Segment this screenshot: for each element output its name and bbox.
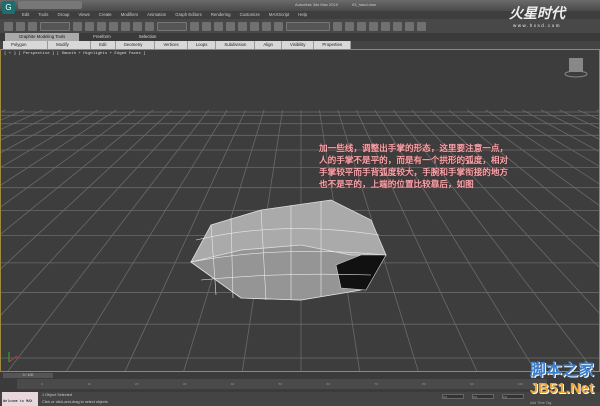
- quick-access-toolbar[interactable]: [18, 1, 82, 9]
- link-icon[interactable]: [4, 21, 13, 31]
- viewcube-icon: [564, 58, 588, 78]
- window-crossing-icon[interactable]: [109, 21, 118, 31]
- grid-line: [1, 109, 80, 153]
- unlink-icon[interactable]: [16, 21, 25, 31]
- spinner-snap-icon[interactable]: [262, 21, 271, 31]
- file-name: 03_hand.max: [352, 2, 377, 7]
- bind-icon[interactable]: [28, 21, 37, 31]
- jb51-watermark: 脚本之家 JB51.Net: [529, 362, 594, 397]
- schematic-view-icon[interactable]: [381, 21, 390, 31]
- time-slider[interactable]: 0 / 100: [3, 373, 53, 378]
- prompt-line: Click or click-and-drag to select object…: [42, 400, 108, 404]
- rotate-icon[interactable]: [133, 21, 142, 31]
- menu-create[interactable]: Create: [99, 11, 112, 19]
- grid-line: [1, 109, 99, 168]
- grid-line: [1, 109, 25, 121]
- panel-properties[interactable]: Properties: [314, 41, 351, 49]
- tab-selection[interactable]: Selection: [125, 33, 171, 41]
- menu-help[interactable]: Help: [298, 11, 307, 19]
- edit-named-selection-icon[interactable]: [274, 21, 283, 31]
- maxscript-listener[interactable]: Welcome to MAX: [2, 392, 38, 406]
- grid-line: [596, 109, 599, 112]
- tab-graphite-modeling-tools[interactable]: Graphite Modeling Tools: [5, 33, 80, 41]
- ribbon-panels: Polygon Modeling Modify Selection Edit G…: [3, 41, 351, 55]
- select-icon[interactable]: [73, 21, 82, 31]
- viewport-grid: [1, 58, 599, 371]
- selection-status: 1 Object Selected: [42, 393, 72, 397]
- menu-maxscript[interactable]: MAXScript: [269, 11, 289, 19]
- annotation-text: 加一些线，调整出手掌的形态，这里要注意一点， 人的手掌不是平的，而是有一个拱形的弧…: [319, 144, 509, 190]
- panel-vertices[interactable]: Vertices: [155, 41, 188, 49]
- window-title: Autodesk 3ds Max 2010: [295, 2, 338, 7]
- panel-modify-selection[interactable]: Modify Selection: [48, 41, 92, 55]
- panel-loops[interactable]: Loops: [188, 41, 217, 49]
- menu-group[interactable]: Group: [57, 11, 69, 19]
- layer-manager-icon[interactable]: [357, 21, 366, 31]
- rect-select-icon[interactable]: [97, 21, 106, 31]
- z-coord-field[interactable]: 0.0: [502, 394, 524, 399]
- menu-views[interactable]: Views: [78, 11, 89, 19]
- grid-line: [577, 109, 599, 120]
- y-coord-field[interactable]: 0.0: [472, 394, 494, 399]
- add-time-tag[interactable]: Add Time Tag: [530, 401, 551, 405]
- curve-editor-icon[interactable]: [369, 21, 378, 31]
- ribbon-tabs: Graphite Modeling Tools Freeform Selecti…: [0, 33, 600, 41]
- grid-line: [522, 109, 599, 152]
- grid-line: [559, 109, 599, 129]
- panel-align[interactable]: Align: [255, 41, 282, 49]
- panel-edit[interactable]: Edit: [91, 41, 116, 49]
- panel-visibility[interactable]: Visibility: [282, 41, 315, 49]
- viewport-label[interactable]: [ + ] [ Perspective ] [ Smooth + Highlig…: [4, 52, 146, 56]
- grid-line: [503, 109, 599, 167]
- grid-line: [1, 109, 136, 208]
- track-bar[interactable]: 0 10 20 30 40 50 60 70 80 90 100: [17, 379, 547, 389]
- panel-geometry[interactable]: Geometry (All): [116, 41, 156, 55]
- app-logo-icon[interactable]: G: [2, 1, 15, 14]
- align-icon[interactable]: [345, 21, 354, 31]
- mirror-icon[interactable]: [333, 21, 342, 31]
- scale-icon[interactable]: [145, 21, 154, 31]
- angle-snap-icon[interactable]: [238, 21, 247, 31]
- pivot-icon[interactable]: [190, 21, 199, 31]
- named-selection-dropdown[interactable]: [286, 21, 330, 31]
- x-coord-field[interactable]: 0.0: [442, 394, 464, 399]
- menu-graph-editors[interactable]: Graph Editors: [175, 11, 202, 19]
- keyboard-shortcut-icon[interactable]: [214, 21, 223, 31]
- render-setup-icon[interactable]: [405, 21, 414, 31]
- perspective-viewport[interactable]: [ + ] [ Perspective ] [ Smooth + Highlig…: [0, 49, 600, 372]
- manipulate-icon[interactable]: [202, 21, 211, 31]
- menu-animation[interactable]: Animation: [147, 11, 166, 19]
- grid-line: [1, 109, 191, 316]
- status-bar: Welcome to MAX 1 Object Selected Click o…: [0, 392, 600, 406]
- panel-polygon-modeling[interactable]: Polygon Modeling: [3, 41, 49, 55]
- percent-snap-icon[interactable]: [250, 21, 259, 31]
- hxsd-logo: 火星时代 www.hxsd.com: [509, 5, 565, 28]
- grid-line: [1, 109, 154, 235]
- tab-freeform[interactable]: Freeform: [79, 33, 124, 41]
- menu-modifiers[interactable]: Modifiers: [121, 11, 138, 19]
- panel-subdivision[interactable]: Subdivision: [216, 41, 256, 49]
- material-editor-icon[interactable]: [393, 21, 402, 31]
- menu-edit[interactable]: Edit: [22, 11, 29, 19]
- menu-customize[interactable]: Customize: [240, 11, 260, 19]
- menu-tools[interactable]: Tools: [38, 11, 48, 19]
- render-icon[interactable]: [417, 21, 426, 31]
- timeline: 0 / 100 0 10 20 30 40 50 60 70 80 90 100: [0, 372, 600, 392]
- move-icon[interactable]: [121, 21, 130, 31]
- menu-rendering[interactable]: Rendering: [211, 11, 231, 19]
- reference-coord-dropdown[interactable]: [157, 21, 187, 31]
- hand-mesh: [190, 199, 387, 301]
- select-by-name-icon[interactable]: [85, 21, 94, 31]
- grid-line: [1, 109, 117, 186]
- selection-filter-dropdown[interactable]: [40, 21, 70, 31]
- grid-line: [1, 109, 6, 113]
- snap-icon[interactable]: [226, 21, 235, 31]
